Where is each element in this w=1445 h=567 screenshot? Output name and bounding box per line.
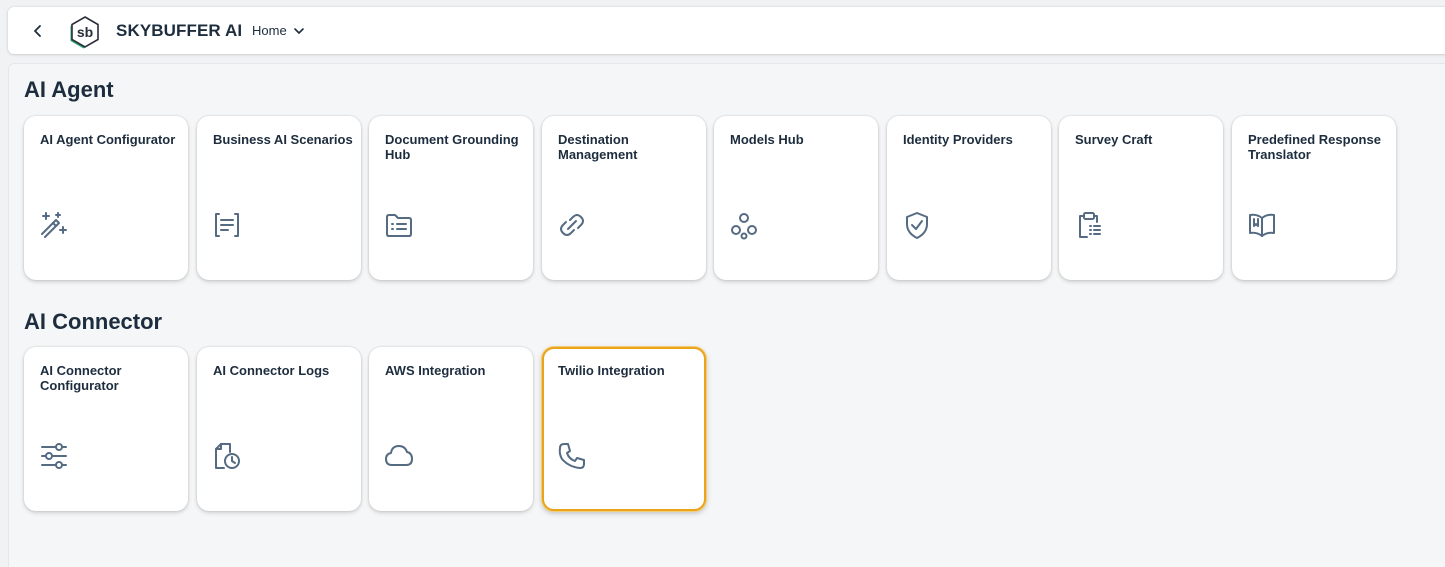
home-menu-button[interactable]: Home xyxy=(252,23,305,38)
tile-business-ai-scenarios[interactable]: Business AI Scenarios xyxy=(197,116,361,280)
tile-title: Identity Providers xyxy=(903,132,1013,147)
tile-survey-craft[interactable]: Survey Craft xyxy=(1059,116,1223,280)
tile-title: Predefined Response Translator xyxy=(1248,132,1381,162)
chevron-down-icon xyxy=(293,27,304,34)
cloud-icon xyxy=(383,440,415,472)
tile-identity-providers[interactable]: Identity Providers xyxy=(887,116,1051,280)
shield-check-icon xyxy=(901,209,933,241)
tile-aws-integration[interactable]: AWS Integration xyxy=(369,347,533,511)
tile-title: AI Agent Configurator xyxy=(40,132,176,147)
document-clock-icon xyxy=(211,440,243,472)
sliders-icon xyxy=(38,440,70,472)
tile-title: Destination Management xyxy=(558,132,638,162)
launchpad-page: sb SKYBUFFER AI Home AI Agent AI Agent C… xyxy=(0,0,1445,567)
clipboard-list-icon xyxy=(1073,209,1105,241)
open-book-icon xyxy=(1246,209,1278,241)
shell-bar: sb SKYBUFFER AI Home xyxy=(8,7,1445,54)
section-title-ai-connector: AI Connector xyxy=(24,309,163,334)
tile-ai-connector-configurator[interactable]: AI Connector Configurator xyxy=(24,347,188,511)
folder-list-icon xyxy=(383,209,415,241)
tile-destination-management[interactable]: Destination Management xyxy=(542,116,706,280)
tile-title: Models Hub xyxy=(730,132,804,147)
tile-ai-connector-logs[interactable]: AI Connector Logs xyxy=(197,347,361,511)
tile-ai-agent-configurator[interactable]: AI Agent Configurator xyxy=(24,116,188,280)
tile-title: AI Connector Configurator xyxy=(40,363,122,393)
phone-icon xyxy=(556,440,588,472)
chain-link-icon xyxy=(556,209,588,241)
tile-title: Document Grounding Hub xyxy=(385,132,519,162)
svg-text:sb: sb xyxy=(77,24,93,40)
brand-name: SKYBUFFER AI xyxy=(116,21,243,40)
launchpad-content: AI Agent AI Agent Configurator Business … xyxy=(8,63,1445,567)
tile-title: Survey Craft xyxy=(1075,132,1153,147)
document-text-icon xyxy=(211,209,243,241)
tile-predefined-response-translator[interactable]: Predefined Response Translator xyxy=(1232,116,1396,280)
skybuffer-logo[interactable]: sb xyxy=(68,15,102,49)
network-nodes-icon xyxy=(728,209,760,241)
back-button[interactable] xyxy=(26,19,50,43)
tile-title: Twilio Integration xyxy=(558,363,665,378)
chevron-left-icon xyxy=(34,25,41,37)
section-title-ai-agent: AI Agent xyxy=(24,77,114,102)
home-menu-label: Home xyxy=(252,23,287,38)
tile-twilio-integration[interactable]: Twilio Integration xyxy=(542,347,706,511)
tile-models-hub[interactable]: Models Hub xyxy=(714,116,878,280)
tile-title: Business AI Scenarios xyxy=(213,132,353,147)
tile-title: AI Connector Logs xyxy=(213,363,330,378)
tile-title: AWS Integration xyxy=(385,363,486,378)
magic-wand-icon xyxy=(38,209,70,241)
tile-document-grounding-hub[interactable]: Document Grounding Hub xyxy=(369,116,533,280)
